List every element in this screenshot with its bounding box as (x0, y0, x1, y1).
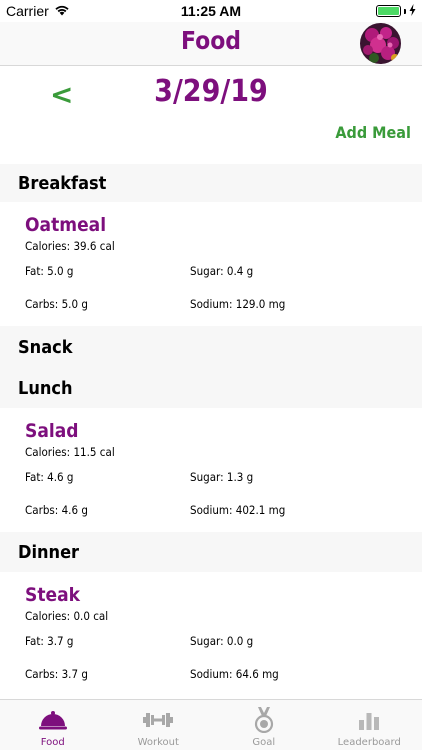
tab-label: Workout (137, 737, 179, 748)
date-title: 3/29/19 (154, 74, 268, 109)
status-right (376, 3, 416, 19)
food-fat: Fat: 5.0 g (25, 264, 74, 278)
food-sodium: Sodium: 402.1 mg (190, 503, 286, 517)
meal-header-lunch: Lunch (0, 368, 422, 408)
battery-icon (376, 5, 401, 17)
food-sodium: Sodium: 64.6 mg (190, 667, 279, 681)
food-sugar: Sugar: 1.3 g (190, 470, 254, 484)
dumbbell-icon (143, 707, 174, 733)
avatar[interactable] (360, 23, 401, 64)
nav-bar: Food (0, 22, 422, 66)
food-sugar: Sugar: 0.0 g (190, 634, 254, 648)
food-carbs: Carbs: 3.7 g (25, 667, 88, 681)
food-item-salad[interactable]: Salad Calories: 11.5 cal Fat: 4.6 g Suga… (0, 408, 422, 532)
tab-food[interactable]: Food (0, 700, 106, 750)
medal-icon (249, 707, 279, 733)
meal-header-dinner: Dinner (0, 532, 422, 572)
food-sugar: Sugar: 0.4 g (190, 264, 254, 278)
food-dome-icon (38, 707, 68, 733)
meal-header-label: Breakfast (18, 172, 107, 194)
tab-leaderboard[interactable]: Leaderboard (317, 700, 422, 750)
food-carbs: Carbs: 4.6 g (25, 503, 88, 517)
page-title: Food (180, 26, 242, 55)
add-meal-button[interactable]: Add Meal (335, 123, 411, 142)
meal-header-snack: Snack (0, 326, 422, 368)
food-calories: Calories: 39.6 cal (25, 239, 115, 253)
battery-tip (404, 8, 406, 14)
meal-header-label: Snack (18, 336, 73, 358)
food-item-oatmeal[interactable]: Oatmeal Calories: 39.6 cal Fat: 5.0 g Su… (0, 202, 422, 326)
food-sodium: Sodium: 129.0 mg (190, 297, 286, 311)
tab-label: Leaderboard (337, 737, 401, 748)
charging-bolt-icon (409, 3, 416, 19)
meal-header-breakfast: Breakfast (0, 164, 422, 202)
status-bar: Carrier 11:25 AM (0, 0, 422, 22)
tab-workout[interactable]: Workout (106, 700, 212, 750)
food-carbs: Carbs: 5.0 g (25, 297, 88, 311)
food-item-steak[interactable]: Steak Calories: 0.0 cal Fat: 3.7 g Sugar… (0, 572, 422, 698)
meal-header-label: Lunch (18, 377, 73, 399)
food-name: Oatmeal (25, 214, 107, 236)
battery-fill (378, 7, 399, 15)
tab-label: Goal (252, 737, 276, 748)
food-calories: Calories: 11.5 cal (25, 445, 115, 459)
tab-bar: Food Workout Goal Leaderboard (0, 699, 422, 750)
tab-goal[interactable]: Goal (211, 700, 317, 750)
tab-label: Food (40, 737, 65, 748)
food-name: Steak (25, 584, 81, 606)
status-time: 11:25 AM (180, 3, 242, 19)
food-name: Salad (25, 420, 79, 442)
food-calories: Calories: 0.0 cal (25, 609, 109, 623)
food-fat: Fat: 4.6 g (25, 470, 74, 484)
bar-chart-icon (354, 707, 384, 733)
food-fat: Fat: 3.7 g (25, 634, 74, 648)
meal-header-label: Dinner (18, 541, 80, 563)
flower-photo-avatar (360, 23, 401, 64)
